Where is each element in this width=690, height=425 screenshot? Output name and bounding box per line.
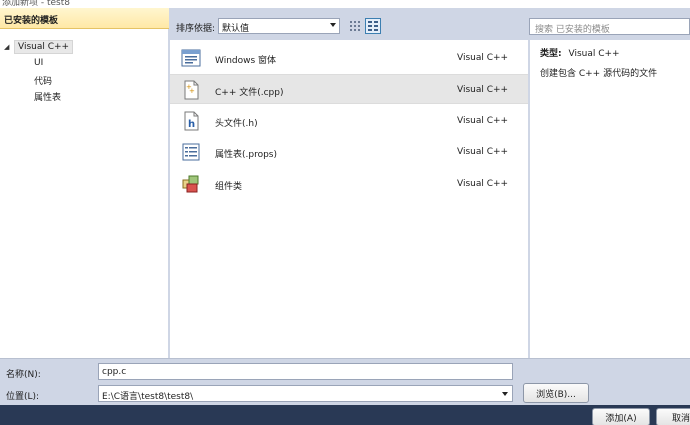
- template-name: 组件类: [215, 182, 243, 192]
- template-list: Windows 窗体 Visual C++ + + C++ 文件(.cpp) V…: [170, 40, 528, 358]
- template-item-component-class[interactable]: 组件类 Visual C++: [170, 169, 528, 199]
- search-area: 搜索 已安装的模板: [529, 8, 690, 40]
- template-item-property-sheet[interactable]: 属性表(.props) Visual C++: [170, 137, 528, 167]
- template-details-panel: 类型: Visual C++ 创建包含 C++ 源代码的文件: [529, 40, 690, 358]
- name-label: 名称(N):: [6, 370, 41, 380]
- template-name: 头文件(.h): [215, 119, 258, 129]
- sort-toolbar: 排序依据: 默认值: [170, 8, 528, 40]
- small-icons-view-button[interactable]: [347, 18, 363, 34]
- template-item-windows-form[interactable]: Windows 窗体 Visual C++: [170, 43, 528, 73]
- template-item-header-file[interactable]: h 头文件(.h) Visual C++: [170, 106, 528, 136]
- window-title: 添加新项 - test8: [2, 0, 70, 8]
- template-type: Visual C++: [457, 179, 509, 189]
- tree-item-property-sheet[interactable]: 属性表: [34, 90, 61, 103]
- expand-arrow-icon[interactable]: ◢: [4, 43, 14, 51]
- template-type: Visual C++: [457, 53, 509, 63]
- tree-item-visual-cpp-label: Visual C++: [14, 40, 74, 54]
- grid-view-icon: [350, 21, 360, 31]
- details-type-line: 类型: Visual C++: [540, 46, 620, 59]
- svg-text:+: +: [189, 87, 195, 95]
- browse-button[interactable]: 浏览(B)...: [523, 383, 589, 403]
- location-input-value: E:\C语言\test8\test8\: [102, 392, 194, 402]
- installed-templates-header[interactable]: 已安装的模板: [0, 8, 169, 29]
- add-button[interactable]: 添加(A): [592, 408, 650, 425]
- installed-templates-panel: 已安装的模板 ◢ Visual C++ UI 代码 属性表: [0, 8, 169, 358]
- location-label: 位置(L):: [6, 392, 40, 402]
- details-description: 创建包含 C++ 源代码的文件: [540, 69, 658, 79]
- sort-dropdown[interactable]: 默认值: [218, 18, 340, 34]
- chevron-down-icon[interactable]: [502, 392, 508, 396]
- cancel-button[interactable]: 取消: [656, 408, 690, 425]
- window-title-bar: 添加新项 - test8: [0, 0, 690, 8]
- name-input-value: cpp.c: [102, 367, 127, 377]
- template-item-cpp-file[interactable]: + + C++ 文件(.cpp) Visual C++: [170, 74, 528, 104]
- search-placeholder: 搜索 已安装的模板: [535, 25, 610, 35]
- svg-text:h: h: [188, 119, 195, 130]
- property-sheet-icon: [182, 143, 200, 161]
- component-class-icon: [182, 175, 199, 193]
- medium-icons-view-button[interactable]: [365, 18, 381, 34]
- search-installed-templates-input[interactable]: 搜索 已安装的模板: [529, 18, 690, 35]
- tree-item-visual-cpp[interactable]: ◢ Visual C++: [4, 40, 74, 54]
- template-name: C++ 文件(.cpp): [215, 88, 284, 98]
- cpp-file-icon: + +: [184, 80, 199, 100]
- template-name: 属性表(.props): [215, 150, 278, 160]
- name-input[interactable]: cpp.c: [98, 363, 513, 380]
- dialog-footer: 添加(A) 取消: [0, 405, 690, 425]
- location-input[interactable]: E:\C语言\test8\test8\: [98, 385, 513, 402]
- sort-label: 排序依据:: [176, 24, 216, 34]
- chevron-down-icon: [330, 23, 336, 27]
- sort-dropdown-value: 默认值: [222, 24, 250, 34]
- item-form: 名称(N): cpp.c 位置(L): E:\C语言\test8\test8\ …: [0, 358, 690, 405]
- tree-item-code[interactable]: 代码: [34, 74, 52, 87]
- template-name: Windows 窗体: [215, 56, 277, 66]
- template-type: Visual C++: [457, 116, 509, 126]
- tree-item-ui[interactable]: UI: [34, 58, 43, 68]
- header-file-icon: h: [184, 111, 199, 131]
- form-icon: [181, 49, 201, 67]
- template-type: Visual C++: [457, 147, 509, 157]
- template-type: Visual C++: [457, 85, 509, 95]
- list-view-icon: [368, 21, 378, 31]
- details-type-label: 类型:: [540, 49, 562, 59]
- details-type-value: Visual C++: [568, 49, 620, 59]
